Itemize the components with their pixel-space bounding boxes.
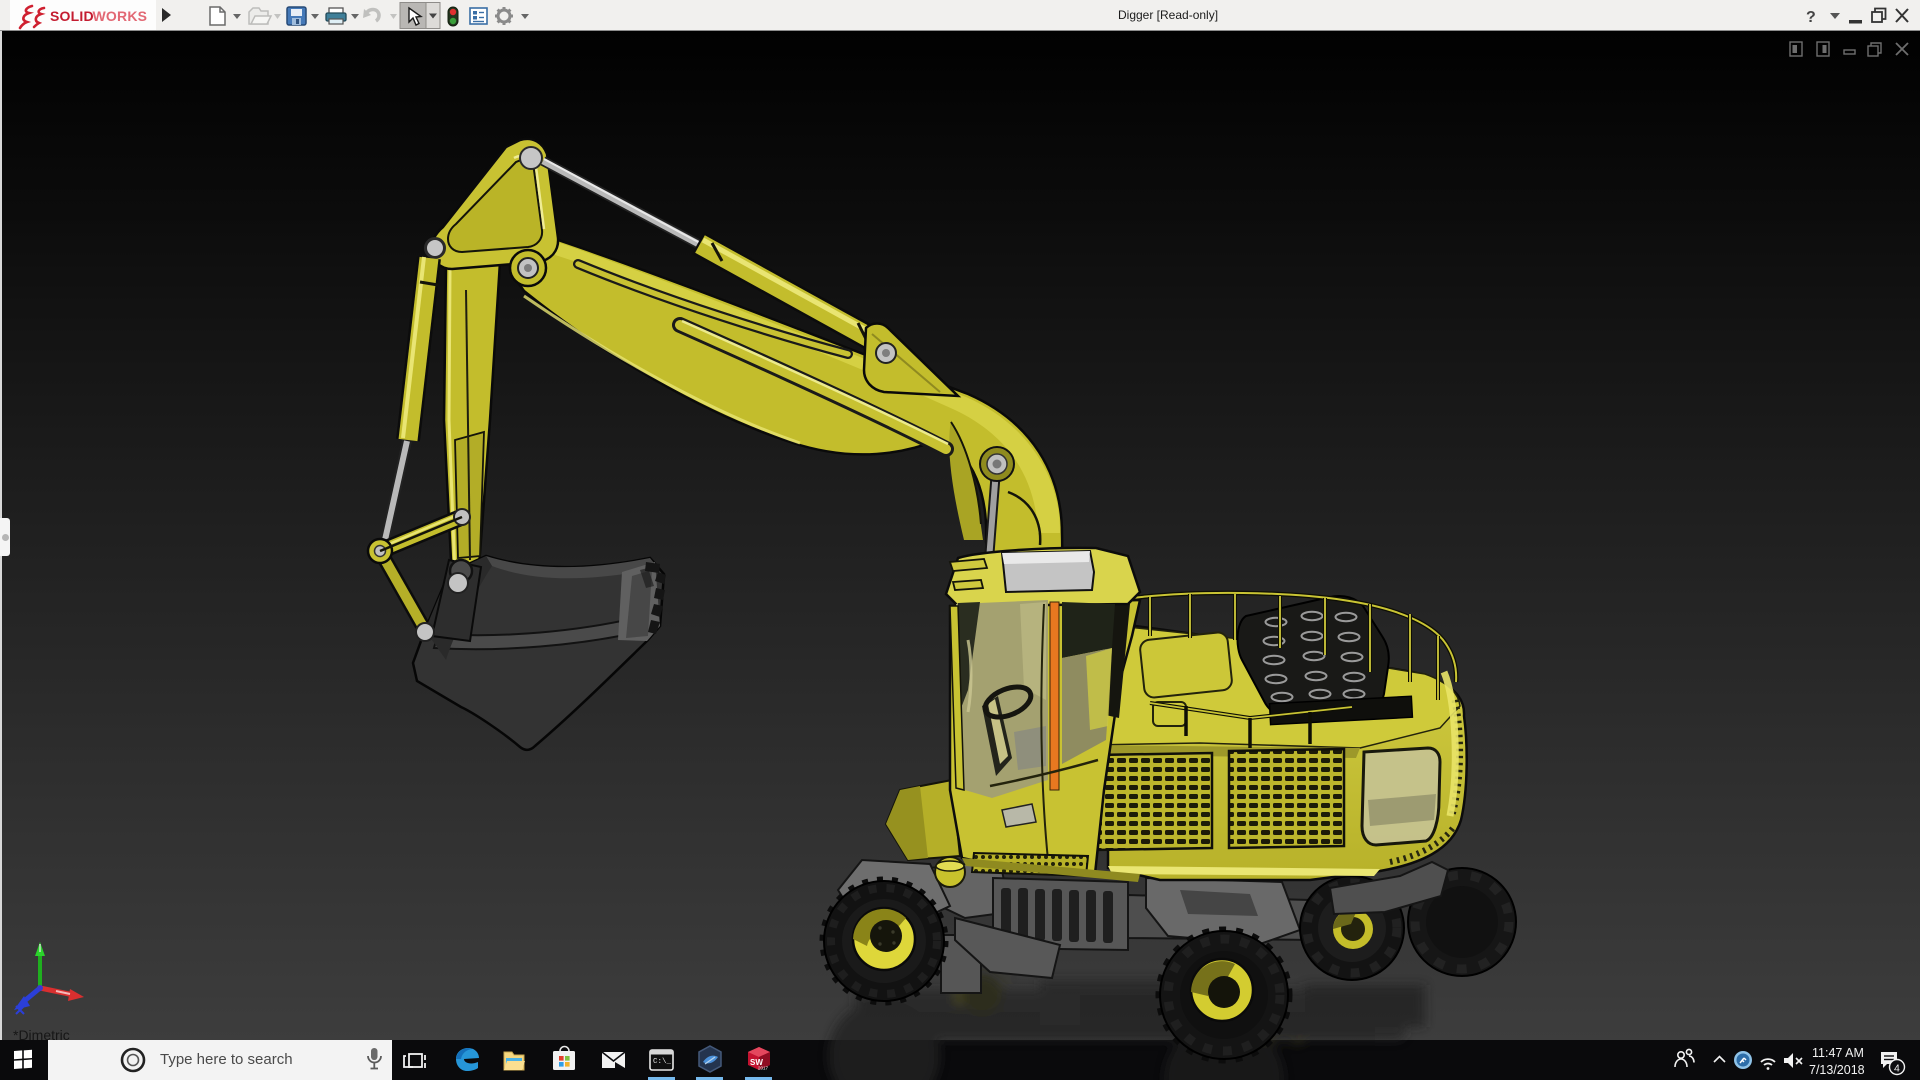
svg-text:WORKS: WORKS <box>93 8 148 24</box>
svg-text:11:47 AM: 11:47 AM <box>1812 1046 1864 1060</box>
svg-text:C:\_: C:\_ <box>653 1058 672 1066</box>
svg-text:2017: 2017 <box>758 1066 769 1071</box>
svg-text:?: ? <box>1806 9 1816 26</box>
svg-text:*Dimetric: *Dimetric <box>13 1027 70 1043</box>
svg-text:7/13/2018: 7/13/2018 <box>1809 1063 1865 1077</box>
svg-text:4: 4 <box>1894 1063 1900 1075</box>
svg-text:SOLID: SOLID <box>50 8 94 24</box>
